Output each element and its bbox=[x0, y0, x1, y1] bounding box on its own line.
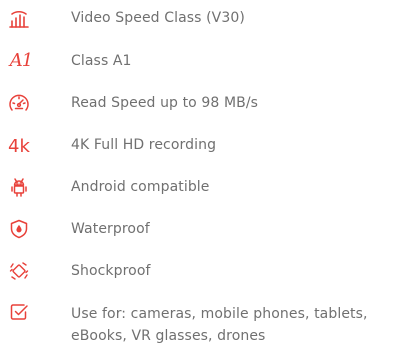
video-speed-icon bbox=[4, 7, 34, 31]
feature-label: Waterproof bbox=[71, 221, 150, 237]
use-for-icon bbox=[4, 300, 34, 324]
class-a1-icon: A1 bbox=[9, 50, 33, 71]
feature-label: Android compatible bbox=[71, 179, 210, 195]
feature-list: Video Speed Class (V30) A1 Class A1 Read… bbox=[0, 0, 406, 347]
feature-label: Read Speed up to 98 MB/s bbox=[71, 95, 259, 111]
feature-label: Use for: cameras, mobile phones, tablets… bbox=[71, 306, 368, 344]
speedometer-icon bbox=[4, 91, 34, 115]
feature-label: Video Speed Class (V30) bbox=[71, 10, 245, 26]
feature-label: Shockproof bbox=[71, 263, 151, 279]
feature-label: 4K Full HD recording bbox=[71, 137, 217, 153]
android-icon bbox=[4, 175, 34, 199]
feature-label: Class A1 bbox=[71, 53, 132, 69]
waterproof-icon bbox=[4, 217, 34, 241]
4k-icon: 4k bbox=[8, 136, 30, 157]
shockproof-icon bbox=[4, 259, 34, 283]
